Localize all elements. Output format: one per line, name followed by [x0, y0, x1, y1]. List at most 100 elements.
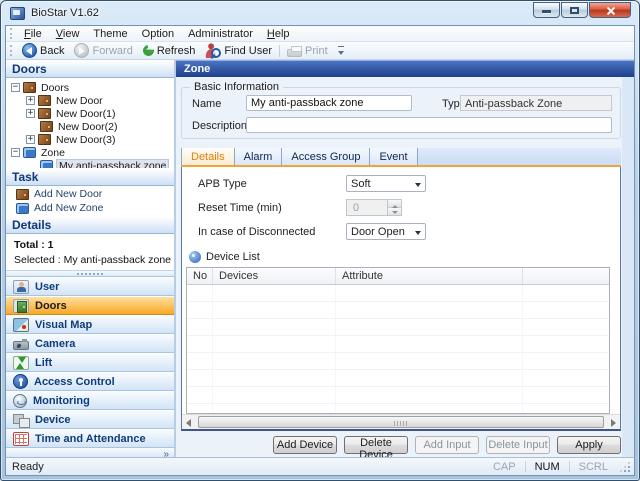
menu-item-help[interactable]: Help — [260, 27, 297, 41]
status-bar: Ready CAPNUMSCRL — [6, 457, 634, 475]
disconnected-label: In case of Disconnected — [198, 226, 346, 238]
body: Doors −Doors+New Door+New Door(1)New Doo… — [6, 60, 634, 457]
visual-map-icon — [13, 318, 29, 332]
menu-item-option[interactable]: Option — [135, 27, 181, 41]
scrollbar-thumb[interactable] — [198, 416, 604, 428]
back-button[interactable]: Back — [17, 42, 69, 59]
task-add-new-door[interactable]: Add New Door — [16, 187, 174, 201]
tree-item-doors[interactable]: − Doors — [6, 81, 174, 94]
tree-item-zone[interactable]: −Zone — [6, 146, 174, 159]
menu-item-view[interactable]: View — [49, 27, 87, 41]
sidebar-nav-access-control[interactable]: Access Control — [6, 372, 174, 391]
sidebar-nav-device[interactable]: Device — [6, 410, 174, 429]
tree-expander-icon[interactable]: + — [26, 135, 35, 144]
toolbar-grip-icon[interactable] — [10, 45, 13, 56]
sidebar-nav-visual-map[interactable]: Visual Map — [6, 315, 174, 334]
tree-item-new-door-1[interactable]: +New Door(1) — [6, 107, 174, 120]
description-input[interactable] — [246, 117, 612, 133]
task-add-new-zone[interactable]: Add New Zone — [16, 201, 174, 215]
reset-time-row: Reset Time (min) 0 — [198, 199, 620, 216]
tree-item-my-anti-passback-zone[interactable]: My anti-passback zone — [6, 159, 174, 168]
resize-grip-icon[interactable] — [619, 461, 631, 473]
back-icon — [22, 43, 37, 58]
sidebar-nav-user[interactable]: User — [6, 277, 174, 296]
column-header-attribute[interactable]: Attribute — [336, 268, 523, 284]
zone-icon — [40, 160, 53, 168]
menu-item-file[interactable]: File — [17, 27, 49, 41]
delete-device-button[interactable]: Delete Device — [344, 436, 408, 454]
device-list-title: Device List — [206, 251, 260, 263]
apb-type-select[interactable]: Soft — [346, 175, 426, 192]
name-input[interactable] — [246, 95, 412, 111]
table-cell — [213, 370, 336, 386]
lift-icon — [13, 356, 29, 370]
sidebar: Doors −Doors+New Door+New Door(1)New Doo… — [6, 60, 176, 457]
table-row — [187, 336, 609, 353]
basic-information-title: Basic Information — [190, 81, 283, 93]
tree-expander-icon[interactable]: − — [11, 83, 20, 92]
refresh-button[interactable]: Refresh — [138, 42, 201, 59]
minimize-button[interactable] — [533, 2, 560, 18]
table-cell — [523, 336, 609, 352]
menu-item-administrator[interactable]: Administrator — [181, 27, 260, 41]
title-bar[interactable]: BioStar V1.62 — [1, 1, 639, 25]
tab-alarm[interactable]: Alarm — [235, 148, 283, 165]
zone-icon — [16, 203, 29, 214]
access-control-icon — [13, 374, 28, 389]
tree-item-new-door[interactable]: +New Door — [6, 94, 174, 107]
sidebar-nav-time-and-attendance[interactable]: Time and Attendance — [6, 429, 174, 448]
table-cell — [213, 319, 336, 335]
scroll-right-icon[interactable] — [605, 415, 620, 429]
table-row — [187, 302, 609, 319]
status-indicator-scrl: SCRL — [569, 461, 617, 473]
sidebar-splitter[interactable] — [6, 270, 174, 277]
horizontal-scrollbar[interactable] — [182, 414, 620, 429]
sidebar-nav-doors[interactable]: Doors — [6, 296, 174, 315]
tab-access-group[interactable]: Access Group — [282, 148, 370, 165]
details-selected: Selected : My anti-passback zone — [14, 253, 174, 268]
menu-item-theme[interactable]: Theme — [86, 27, 134, 41]
tab-details[interactable]: Details — [181, 148, 235, 165]
reset-time-stepper[interactable]: 0 — [346, 199, 402, 216]
close-button[interactable] — [589, 2, 631, 18]
find-user-icon — [205, 43, 221, 58]
sidebar-nav-monitoring[interactable]: Monitoring — [6, 391, 174, 410]
spinner-up-icon[interactable] — [388, 200, 401, 208]
nav-item-label: Device — [35, 414, 70, 426]
tree-item-new-door-2[interactable]: New Door(2) — [6, 120, 174, 133]
zone-banner: Zone — [176, 60, 634, 77]
toolbar-overflow-icon[interactable] — [336, 45, 347, 57]
find-user-button[interactable]: Find User — [200, 42, 277, 59]
table-cell — [213, 404, 336, 413]
refresh-label: Refresh — [157, 45, 196, 57]
add-device-button[interactable]: Add Device — [273, 436, 337, 454]
tree-expander-icon[interactable]: + — [26, 109, 35, 118]
apply-button[interactable]: Apply — [557, 436, 621, 454]
spinner-down-icon[interactable] — [388, 208, 401, 215]
forward-icon — [74, 43, 89, 58]
nav-overflow-chevron-icon[interactable]: »▾ — [163, 450, 169, 457]
tree-expander-icon[interactable]: − — [11, 148, 20, 157]
maximize-button[interactable] — [561, 2, 588, 18]
sidebar-nav-camera[interactable]: Camera — [6, 334, 174, 353]
tree-item-new-door-3[interactable]: +New Door(3) — [6, 133, 174, 146]
menu-grip-icon[interactable] — [10, 28, 13, 39]
tree-expander-icon[interactable]: + — [26, 96, 35, 105]
forward-label: Forward — [92, 45, 132, 57]
door-icon — [16, 189, 29, 200]
table-cell — [336, 285, 523, 301]
column-header-no[interactable]: No — [187, 268, 213, 284]
column-header-devices[interactable]: Devices — [213, 268, 336, 284]
tab-event[interactable]: Event — [370, 148, 417, 165]
sidebar-nav-lift[interactable]: Lift — [6, 353, 174, 372]
table-row — [187, 404, 609, 413]
device-list-icon — [189, 251, 201, 263]
door-icon — [38, 108, 51, 119]
status-indicator-cap: CAP — [484, 461, 525, 473]
disconnected-select[interactable]: Door Open — [346, 223, 426, 240]
apb-type-row: APB Type Soft — [198, 175, 620, 192]
door-icon — [38, 134, 51, 145]
table-cell — [336, 353, 523, 369]
scroll-left-icon[interactable] — [182, 415, 197, 429]
tree-item-label: Doors — [39, 82, 71, 94]
